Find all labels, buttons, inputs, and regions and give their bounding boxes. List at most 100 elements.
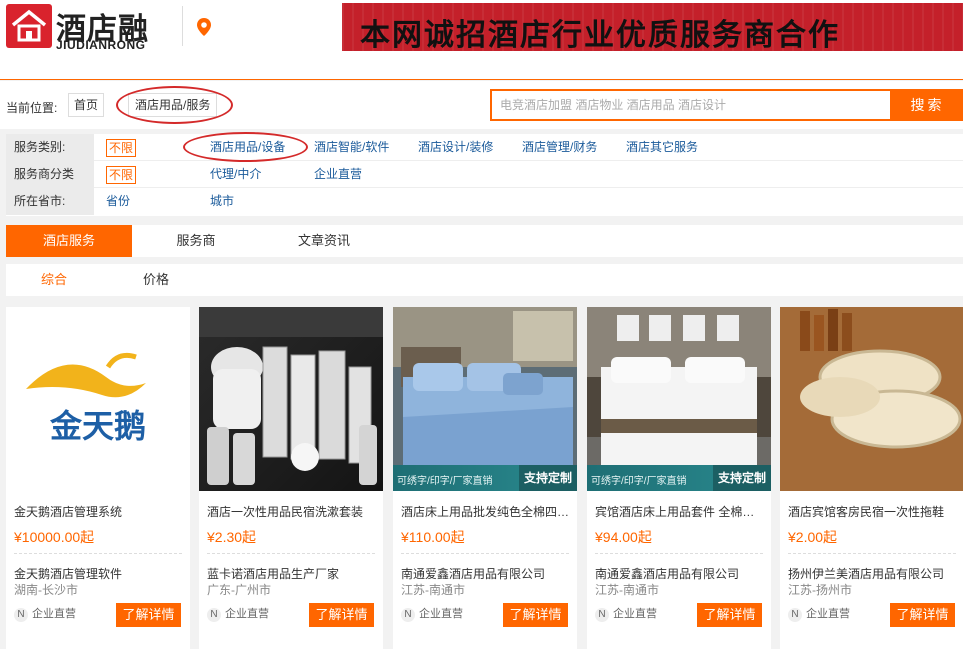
- filter-row-provider-type: 服务商分类 不限 代理/中介 企业直营: [6, 161, 963, 188]
- filter-label: 服务商分类: [6, 161, 94, 188]
- tab-providers[interactable]: 服务商: [156, 225, 236, 257]
- city-select[interactable]: 城市: [210, 188, 234, 215]
- product-title[interactable]: 酒店床上用品批发纯色全棉四件套: [401, 503, 571, 520]
- filter-option[interactable]: 酒店设计/装修: [418, 134, 493, 161]
- product-card[interactable]: 金天鹅 金天鹅酒店管理系统 ¥10000.00起 金天鹅酒店管理软件 湖南-长沙…: [6, 307, 190, 649]
- badge-label: 企业直营: [419, 608, 463, 620]
- direct-sale-badge: N 企业直营: [401, 606, 463, 622]
- ribbon-highlight: 支持定制: [713, 465, 771, 491]
- banner-text: 本网诚招酒店行业优质服务商合作: [360, 18, 840, 51]
- white-bedding-image: [587, 307, 771, 467]
- direct-sale-badge: N 企业直营: [14, 606, 76, 622]
- details-button[interactable]: 了解详情: [503, 603, 568, 627]
- tab-articles[interactable]: 文章资讯: [284, 225, 364, 257]
- product-image[interactable]: [199, 307, 383, 491]
- product-card[interactable]: 酒店一次性用品民宿洗漱套装 ¥2.30起 蓝卡诺酒店用品生产厂家 广东-广州市 …: [199, 307, 383, 649]
- tab-hotel-services[interactable]: 酒店服务: [6, 225, 132, 257]
- divider: [14, 553, 182, 554]
- search-input[interactable]: 电竞酒店加盟 酒店物业 酒店用品 酒店设计: [490, 89, 892, 121]
- product-image[interactable]: 金天鹅: [6, 307, 190, 491]
- details-button[interactable]: 了解详情: [116, 603, 181, 627]
- product-price: ¥10000.00起: [14, 529, 95, 545]
- direct-sale-badge: N 企业直营: [207, 606, 269, 622]
- company-name[interactable]: 南通爱鑫酒店用品有限公司: [401, 565, 571, 582]
- company-name[interactable]: 蓝卡诺酒店用品生产厂家: [207, 565, 377, 582]
- divider: [401, 553, 569, 554]
- filter-option[interactable]: 酒店管理/财务: [522, 134, 597, 161]
- product-price: ¥2.30起: [207, 529, 257, 545]
- logo-house-icon: [6, 4, 52, 48]
- filter-all[interactable]: 不限: [106, 166, 137, 184]
- badge-icon: N: [788, 608, 802, 622]
- recruitment-banner[interactable]: 本网诚招酒店行业优质服务商合作: [342, 3, 963, 51]
- ribbon-text: 可绣字/印字/厂家直销: [397, 476, 493, 487]
- slippers-image: [780, 307, 963, 491]
- product-card[interactable]: 酒店宾馆客房民宿一次性拖鞋 ¥2.00起 扬州伊兰美酒店用品有限公司 江苏-扬州…: [780, 307, 963, 649]
- breadcrumb-bar: 当前位置: 首页 酒店用品/服务 电竞酒店加盟 酒店物业 酒店用品 酒店设计 搜…: [0, 81, 963, 129]
- header-divider: [182, 6, 183, 46]
- product-image[interactable]: [780, 307, 963, 491]
- product-card[interactable]: 可绣字/印字/厂家直销 支持定制 酒店床上用品批发纯色全棉四件套 ¥110.00…: [393, 307, 577, 649]
- badge-icon: N: [595, 608, 609, 622]
- details-button[interactable]: 了解详情: [697, 603, 762, 627]
- product-title[interactable]: 酒店一次性用品民宿洗漱套装: [207, 503, 377, 520]
- swan-logo-icon: 金天鹅: [26, 352, 146, 445]
- filter-row-service-category: 服务类别: 不限 酒店用品/设备 酒店智能/软件 酒店设计/装修 酒店管理/财务…: [6, 134, 963, 161]
- details-button[interactable]: 了解详情: [890, 603, 955, 627]
- product-image[interactable]: 可绣字/印字/厂家直销 支持定制: [587, 307, 771, 491]
- company-name[interactable]: 金天鹅酒店管理软件: [14, 565, 184, 582]
- breadcrumb-label: 当前位置:: [6, 101, 58, 115]
- badge-label: 企业直营: [613, 608, 657, 620]
- blue-bedding-image: [393, 307, 577, 467]
- annotation-circle: [116, 86, 233, 124]
- annotation-circle: [183, 132, 308, 162]
- breadcrumb-home[interactable]: 首页: [68, 93, 105, 117]
- company-city: 江苏-南通市: [595, 583, 659, 597]
- product-title[interactable]: 金天鹅酒店管理系统: [14, 503, 184, 520]
- product-title[interactable]: 宾馆酒店床上用品套件 全棉白色: [595, 503, 765, 520]
- company-city: 广东-广州市: [207, 583, 271, 597]
- badge-label: 企业直营: [225, 608, 269, 620]
- company-name[interactable]: 南通爱鑫酒店用品有限公司: [595, 565, 765, 582]
- filter-option[interactable]: 代理/中介: [210, 161, 261, 188]
- details-button[interactable]: 了解详情: [309, 603, 374, 627]
- filter-option[interactable]: 企业直营: [314, 161, 362, 188]
- badge-icon: N: [14, 608, 28, 622]
- filter-option[interactable]: 酒店其它服务: [626, 134, 698, 161]
- product-price: ¥2.00起: [788, 529, 838, 545]
- custom-ribbon: 可绣字/印字/厂家直销 支持定制: [587, 465, 771, 491]
- divider: [207, 553, 375, 554]
- product-title[interactable]: 酒店宾馆客房民宿一次性拖鞋: [788, 503, 958, 520]
- badge-label: 企业直营: [806, 608, 850, 620]
- filter-row-location: 所在省市: 省份 城市: [6, 188, 963, 215]
- site-logo[interactable]: 酒店融 JIUDIANRONG: [6, 4, 181, 52]
- company-city: 江苏-扬州市: [788, 583, 852, 597]
- toiletries-image: [199, 307, 383, 485]
- sort-price[interactable]: 价格: [143, 264, 169, 296]
- filter-panel: 服务类别: 不限 酒店用品/设备 酒店智能/软件 酒店设计/装修 酒店管理/财务…: [6, 134, 963, 216]
- badge-icon: N: [401, 608, 415, 622]
- product-image[interactable]: 可绣字/印字/厂家直销 支持定制: [393, 307, 577, 491]
- company-city: 湖南-长沙市: [14, 583, 78, 597]
- divider: [788, 553, 956, 554]
- filter-option[interactable]: 酒店智能/软件: [314, 134, 389, 161]
- logo-english-text: JIUDIANRONG: [56, 38, 146, 52]
- divider: [595, 553, 763, 554]
- sort-comprehensive[interactable]: 综合: [41, 264, 67, 296]
- logo-text: 金天鹅: [49, 407, 146, 445]
- filter-all[interactable]: 不限: [106, 139, 137, 157]
- ribbon-highlight: 支持定制: [519, 465, 577, 491]
- direct-sale-badge: N 企业直营: [788, 606, 850, 622]
- company-name[interactable]: 扬州伊兰美酒店用品有限公司: [788, 565, 958, 582]
- badge-icon: N: [207, 608, 221, 622]
- direct-sale-badge: N 企业直营: [595, 606, 657, 622]
- badge-label: 企业直营: [32, 608, 76, 620]
- location-pin-icon[interactable]: [197, 18, 211, 39]
- search-button[interactable]: 搜索: [892, 89, 963, 121]
- product-price: ¥94.00起: [595, 529, 652, 545]
- site-header: 酒店融 JIUDIANRONG 本网诚招酒店行业优质服务商合作: [0, 0, 963, 80]
- ribbon-text: 可绣字/印字/厂家直销: [591, 476, 687, 487]
- product-card[interactable]: 可绣字/印字/厂家直销 支持定制 宾馆酒店床上用品套件 全棉白色 ¥94.00起…: [587, 307, 771, 649]
- company-city: 江苏-南通市: [401, 583, 465, 597]
- province-select[interactable]: 省份: [106, 188, 130, 215]
